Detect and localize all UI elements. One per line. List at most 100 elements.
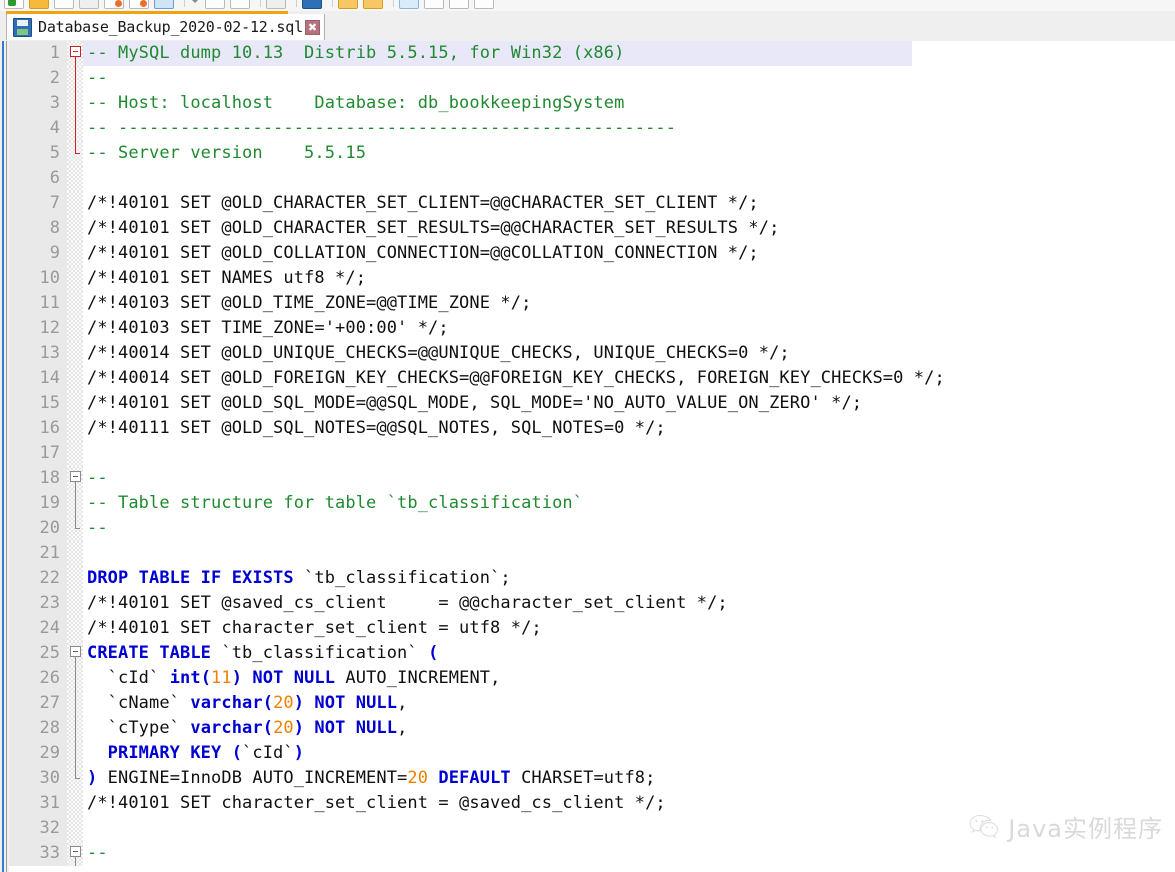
tab-database-backup-sql[interactable]: Database_Backup_2020-02-12.sql ✖ [6,14,325,40]
code-line[interactable]: 30) ENGINE=InnoDB AUTO_INCREMENT=20 DEFA… [9,766,1175,791]
cut-icon[interactable] [205,0,225,9]
fold-margin[interactable] [67,716,83,741]
fold-margin[interactable] [67,741,83,766]
code-text[interactable] [83,541,87,566]
code-line[interactable]: 21 [9,541,1175,566]
code-line[interactable]: 27 `cName` varchar(20) NOT NULL, [9,691,1175,716]
fold-margin[interactable] [67,216,83,241]
fold-margin[interactable] [67,391,83,416]
code-text[interactable]: /*!40111 SET @OLD_SQL_NOTES=@@SQL_NOTES,… [83,416,666,441]
fold-margin[interactable] [67,816,83,841]
copy-icon[interactable] [230,0,250,9]
code-text[interactable]: CREATE TABLE `tb_classification` ( [83,641,438,666]
fold-margin[interactable] [67,841,83,866]
code-line[interactable]: 18 -- [9,466,1175,491]
code-line[interactable]: 19 -- Table structure for table `tb_class… [9,491,1175,516]
save-all-icon[interactable] [79,0,99,9]
fold-margin[interactable] [67,116,83,141]
code-text[interactable]: -- Table structure for table `tb_classif… [83,491,583,516]
code-text[interactable]: /*!40101 SET NAMES utf8 */; [83,266,366,291]
close-all-icon[interactable] [129,0,149,9]
fold-margin[interactable] [67,491,83,516]
fold-margin[interactable] [67,191,83,216]
code-line[interactable]: 4 -- ------------------------------------… [9,116,1175,141]
code-text[interactable]: `cId` int(11) NOT NULL AUTO_INCREMENT, [83,666,501,691]
fold-margin[interactable] [67,416,83,441]
code-text[interactable] [83,816,87,841]
code-line[interactable]: 6 [9,166,1175,191]
code-text[interactable]: -- MySQL dump 10.13 Distrib 5.5.15, for … [83,41,912,66]
code-line[interactable]: 14 /*!40014 SET @OLD_FOREIGN_KEY_CHECKS=@… [9,366,1175,391]
code-text[interactable]: -- -------------------------------------… [83,116,676,141]
fold-margin[interactable] [67,516,83,541]
word-wrap-icon[interactable] [399,0,419,9]
fold-margin[interactable] [67,141,83,166]
fold-margin[interactable] [67,316,83,341]
zoom-in-icon[interactable] [338,0,358,9]
code-text[interactable]: -- Server version 5.5.15 [83,141,366,166]
fold-margin[interactable] [67,666,83,691]
fold-margin[interactable] [67,166,83,191]
code-line[interactable]: 11 /*!40103 SET @OLD_TIME_ZONE=@@TIME_ZON… [9,291,1175,316]
code-line[interactable]: 10 /*!40101 SET NAMES utf8 */; [9,266,1175,291]
fold-margin[interactable] [67,591,83,616]
show-symbol-icon[interactable] [424,0,444,9]
new-file-icon[interactable] [4,0,24,9]
tab-close-button[interactable]: ✖ [304,19,320,35]
fold-collapse-icon[interactable] [70,471,81,482]
fold-margin[interactable] [67,266,83,291]
zoom-out-icon[interactable] [363,0,383,9]
fold-collapse-icon[interactable] [70,46,81,57]
code-line[interactable]: 1 -- MySQL dump 10.13 Distrib 5.5.15, for… [9,41,1175,66]
fold-margin[interactable] [67,566,83,591]
code-text[interactable]: PRIMARY KEY (`cId`) [83,741,304,766]
code-text[interactable]: `cType` varchar(20) NOT NULL, [83,716,408,741]
code-line[interactable]: 28 `cType` varchar(20) NOT NULL, [9,716,1175,741]
code-line[interactable]: 13 /*!40014 SET @OLD_UNIQUE_CHECKS=@@UNIQ… [9,341,1175,366]
open-folder-icon[interactable] [29,0,49,9]
fold-margin[interactable] [67,91,83,116]
code-text[interactable]: /*!40103 SET TIME_ZONE='+00:00' */; [83,316,449,341]
save-icon[interactable] [54,0,74,9]
code-line[interactable]: 3 -- Host: localhost Database: db_bookkee… [9,91,1175,116]
code-text[interactable]: `cName` varchar(20) NOT NULL, [83,691,408,716]
code-text[interactable]: /*!40101 SET @OLD_COLLATION_CONNECTION=@… [83,241,759,266]
code-line[interactable]: 20 -- [9,516,1175,541]
code-text[interactable]: -- [83,66,108,91]
code-line[interactable]: 5 -- Server version 5.5.15 [9,141,1175,166]
macro-record-icon[interactable] [449,0,469,9]
code-text[interactable] [83,166,87,191]
print-icon[interactable] [154,0,174,9]
code-text[interactable]: -- Host: localhost Database: db_bookkeep… [83,91,624,116]
fold-margin[interactable] [67,291,83,316]
fold-margin[interactable] [67,366,83,391]
fold-margin[interactable] [67,466,83,491]
fold-collapse-icon[interactable] [70,846,81,857]
code-text[interactable]: -- [83,516,108,541]
code-line[interactable]: 22 DROP TABLE IF EXISTS `tb_classificatio… [9,566,1175,591]
code-lines-container[interactable]: 1 -- MySQL dump 10.13 Distrib 5.5.15, for… [9,41,1175,872]
code-line[interactable]: 16 /*!40111 SET @OLD_SQL_NOTES=@@SQL_NOTE… [9,416,1175,441]
code-line[interactable]: 2 -- [9,66,1175,91]
fold-margin[interactable] [67,441,83,466]
code-text[interactable]: /*!40101 SET @OLD_SQL_MODE=@@SQL_MODE, S… [83,391,862,416]
code-text[interactable]: /*!40103 SET @OLD_TIME_ZONE=@@TIME_ZONE … [83,291,531,316]
code-text[interactable]: /*!40101 SET @OLD_CHARACTER_SET_CLIENT=@… [83,191,759,216]
fold-margin[interactable] [67,66,83,91]
fold-margin[interactable] [67,541,83,566]
fold-margin[interactable] [67,41,83,66]
code-line[interactable]: 8 /*!40101 SET @OLD_CHARACTER_SET_RESULTS… [9,216,1175,241]
fold-margin[interactable] [67,616,83,641]
code-text[interactable]: /*!40101 SET character_set_client = @sav… [83,791,666,816]
code-editor[interactable]: 1 -- MySQL dump 10.13 Distrib 5.5.15, for… [0,41,1175,872]
code-line[interactable]: 26 `cId` int(11) NOT NULL AUTO_INCREMENT… [9,666,1175,691]
code-line[interactable]: 25 CREATE TABLE `tb_classification` ( [9,641,1175,666]
code-line[interactable]: 29 PRIMARY KEY (`cId`) [9,741,1175,766]
code-line[interactable]: 24 /*!40101 SET character_set_client = ut… [9,616,1175,641]
code-text[interactable]: ) ENGINE=InnoDB AUTO_INCREMENT=20 DEFAUL… [83,766,655,791]
code-text[interactable]: -- [83,841,108,866]
code-line[interactable]: 12 /*!40103 SET TIME_ZONE='+00:00' */; [9,316,1175,341]
code-text[interactable]: /*!40101 SET @OLD_CHARACTER_SET_RESULTS=… [83,216,779,241]
code-line[interactable]: 23 /*!40101 SET @saved_cs_client = @@char… [9,591,1175,616]
find-icon[interactable] [302,0,322,9]
